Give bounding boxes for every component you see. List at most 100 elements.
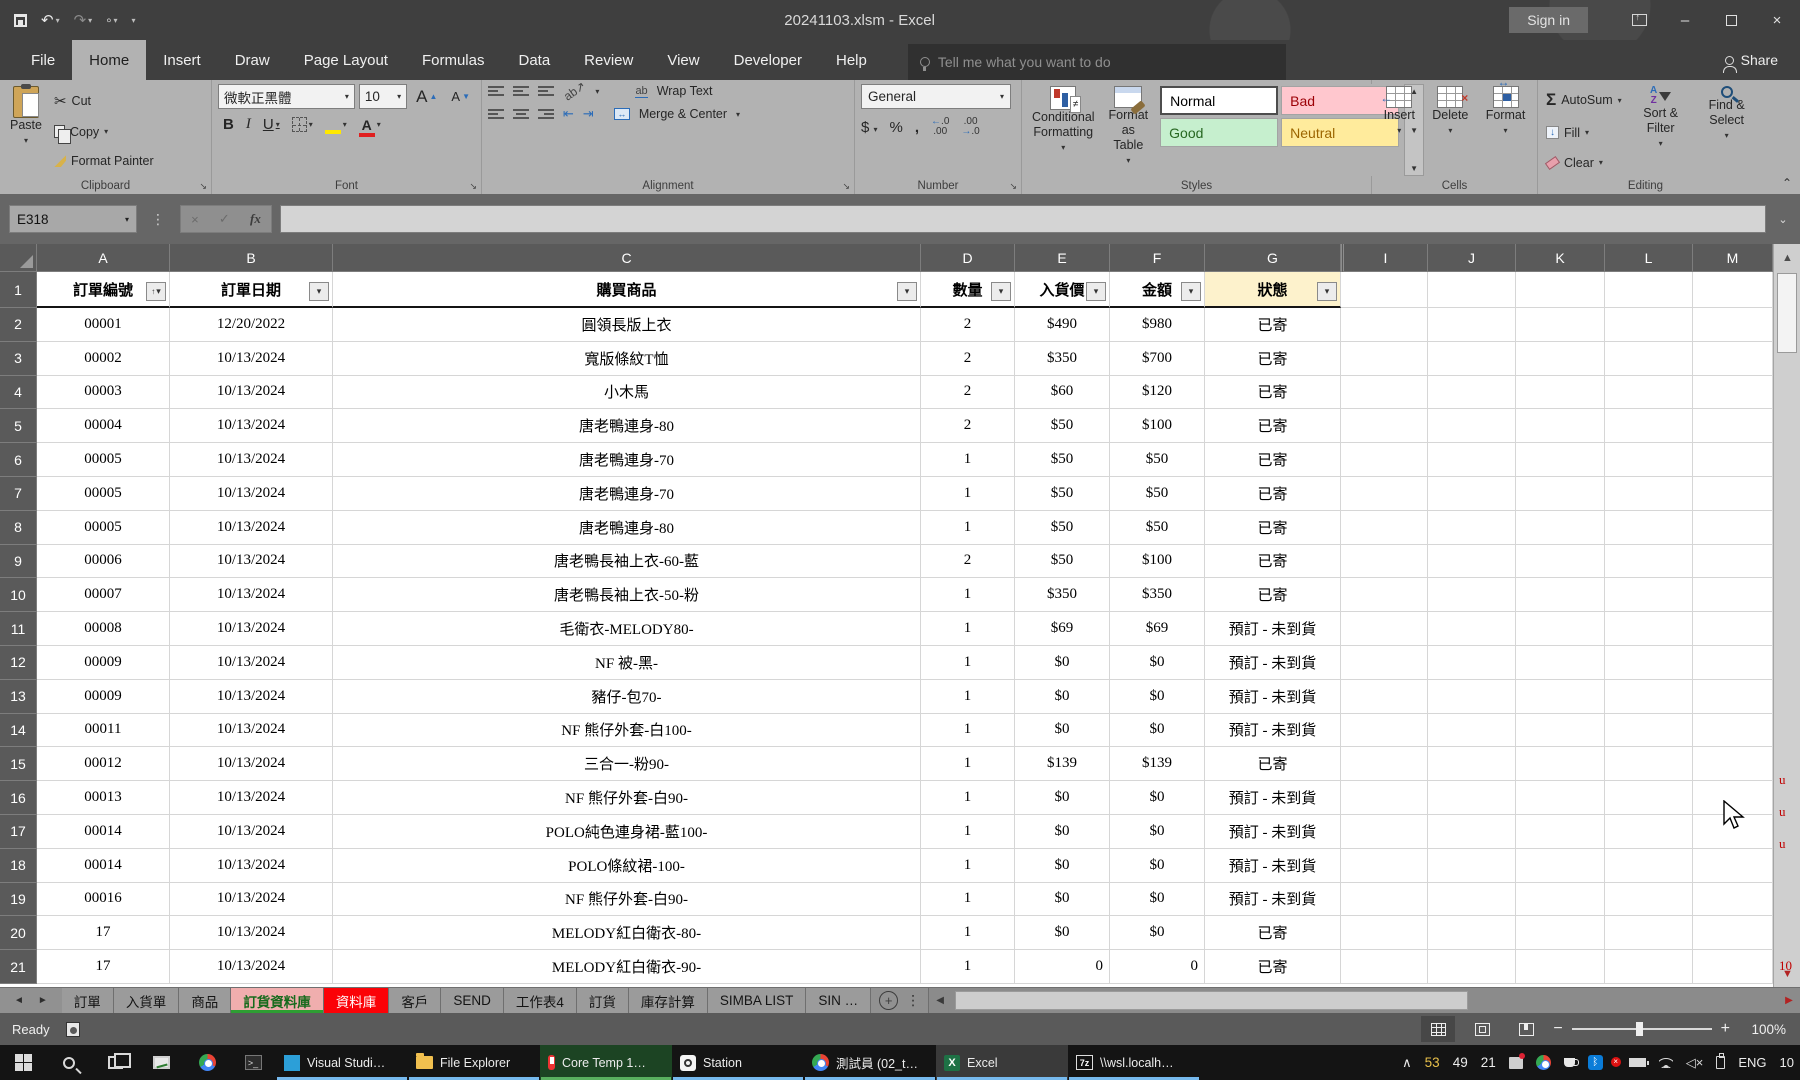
cell-E16[interactable]: $0: [1015, 781, 1110, 815]
cell-E19[interactable]: $0: [1015, 883, 1110, 917]
orientation-button[interactable]: ab↗: [561, 79, 588, 104]
font-name-select[interactable]: 微軟正黑體▾: [218, 84, 355, 109]
row-number-12[interactable]: 12: [0, 646, 37, 680]
decrease-indent-icon[interactable]: ⇤: [563, 106, 574, 122]
sheet-tab-庫存計算[interactable]: 庫存計算: [629, 988, 708, 1013]
cell-E10[interactable]: $350: [1015, 578, 1110, 612]
wrap-text-button[interactable]: Wrap Text: [657, 84, 713, 98]
usb-icon[interactable]: [1716, 1056, 1725, 1069]
cell-A16[interactable]: 00013: [37, 781, 170, 815]
align-center-icon[interactable]: [513, 107, 529, 121]
cell-I7[interactable]: [1341, 477, 1428, 511]
increase-font-icon[interactable]: A▲: [411, 87, 442, 107]
cell-I8[interactable]: [1341, 511, 1428, 545]
cell-L21[interactable]: [1605, 950, 1693, 984]
cell-D16[interactable]: 1: [921, 781, 1015, 815]
cell-M12[interactable]: [1693, 646, 1773, 680]
taskbar-app-vscode[interactable]: Visual Studi…: [276, 1045, 408, 1080]
cell-E11[interactable]: $69: [1015, 612, 1110, 646]
new-sheet-icon[interactable]: +: [879, 991, 898, 1010]
cell-J5[interactable]: [1428, 409, 1516, 443]
cell-J11[interactable]: [1428, 612, 1516, 646]
number-dialog-launcher[interactable]: ↘: [1009, 181, 1017, 192]
cell-E21[interactable]: 0: [1015, 950, 1110, 984]
cell-B7[interactable]: 10/13/2024: [170, 477, 333, 511]
find-select-button[interactable]: Find & Select▾: [1696, 84, 1758, 176]
cell-E5[interactable]: $50: [1015, 409, 1110, 443]
cell-E20[interactable]: $0: [1015, 916, 1110, 950]
row-number-14[interactable]: 14: [0, 714, 37, 748]
cell-M15[interactable]: [1693, 747, 1773, 781]
chrome-launcher-icon[interactable]: [184, 1045, 230, 1080]
tell-me-search[interactable]: Tell me what you want to do: [908, 44, 1286, 80]
filter-button-D[interactable]: ▾: [991, 282, 1011, 301]
cell-J20[interactable]: [1428, 916, 1516, 950]
cell-F15[interactable]: $139: [1110, 747, 1205, 781]
cell-K9[interactable]: [1516, 545, 1605, 579]
cell-K12[interactable]: [1516, 646, 1605, 680]
cell-J16[interactable]: [1428, 781, 1516, 815]
horizontal-scroll-thumb[interactable]: [955, 991, 1468, 1010]
cell-A8[interactable]: 00005: [37, 511, 170, 545]
cell-I11[interactable]: [1341, 612, 1428, 646]
align-left-icon[interactable]: [488, 107, 504, 121]
cell-C17[interactable]: POLO純色連身裙-藍100-: [333, 815, 921, 849]
column-header-A[interactable]: A: [37, 244, 170, 272]
decrease-font-icon[interactable]: A▼: [446, 89, 475, 104]
cell-E12[interactable]: $0: [1015, 646, 1110, 680]
cell-L15[interactable]: [1605, 747, 1693, 781]
performance-monitor-icon[interactable]: [138, 1045, 184, 1080]
cell-D10[interactable]: 1: [921, 578, 1015, 612]
cell-G6[interactable]: 已寄: [1205, 443, 1341, 477]
column-header-F[interactable]: F: [1110, 244, 1205, 272]
cell-D8[interactable]: 1: [921, 511, 1015, 545]
ribbon-tab-data[interactable]: Data: [501, 40, 567, 80]
sheet-tab-more-icon[interactable]: ⋮: [906, 992, 920, 1009]
cell-C4[interactable]: 小木馬: [333, 376, 921, 410]
cell-K2[interactable]: [1516, 308, 1605, 342]
sheet-tab-入貨單[interactable]: 入貨單: [114, 988, 180, 1013]
cell-A5[interactable]: 00004: [37, 409, 170, 443]
sheet-tab-SIN …[interactable]: SIN …: [806, 988, 871, 1013]
touch-mode-button[interactable]: ◦▾: [106, 12, 117, 29]
cell-L9[interactable]: [1605, 545, 1693, 579]
cell-K13[interactable]: [1516, 680, 1605, 714]
cell-C15[interactable]: 三合一-粉90-: [333, 747, 921, 781]
row-number-18[interactable]: 18: [0, 849, 37, 883]
cell-D5[interactable]: 2: [921, 409, 1015, 443]
row-number-20[interactable]: 20: [0, 916, 37, 950]
cell-B19[interactable]: 10/13/2024: [170, 883, 333, 917]
cell-C10[interactable]: 唐老鴨長袖上衣-50-粉: [333, 578, 921, 612]
cell-M6[interactable]: [1693, 443, 1773, 477]
cell-L2[interactable]: [1605, 308, 1693, 342]
cell-B17[interactable]: 10/13/2024: [170, 815, 333, 849]
header-cell-A[interactable]: 訂單編號↑▾: [37, 272, 170, 308]
header-cell-E[interactable]: 入貨價▾: [1015, 272, 1110, 308]
cell-K4[interactable]: [1516, 376, 1605, 410]
cell-M7[interactable]: [1693, 477, 1773, 511]
cancel-icon[interactable]: ×: [191, 212, 199, 227]
sheet-tab-商品[interactable]: 商品: [179, 988, 231, 1013]
column-header-C[interactable]: C: [333, 244, 921, 272]
cell-F12[interactable]: $0: [1110, 646, 1205, 680]
cell-C18[interactable]: POLO條紋裙-100-: [333, 849, 921, 883]
cell-D20[interactable]: 1: [921, 916, 1015, 950]
start-button[interactable]: [0, 1045, 46, 1080]
filter-button-A[interactable]: ↑▾: [146, 282, 166, 301]
ribbon-tab-home[interactable]: Home: [72, 40, 146, 80]
page-layout-view-button[interactable]: [1465, 1016, 1499, 1042]
row-number-11[interactable]: 11: [0, 612, 37, 646]
cell-A4[interactable]: 00003: [37, 376, 170, 410]
row-number-6[interactable]: 6: [0, 443, 37, 477]
column-header-E[interactable]: E: [1015, 244, 1110, 272]
name-box[interactable]: E318▾: [9, 205, 137, 233]
cell-G14[interactable]: 預訂 - 未到貨: [1205, 714, 1341, 748]
cell-G20[interactable]: 已寄: [1205, 916, 1341, 950]
cell-K18[interactable]: [1516, 849, 1605, 883]
cell-D3[interactable]: 2: [921, 342, 1015, 376]
cell-D11[interactable]: 1: [921, 612, 1015, 646]
cell-G21[interactable]: 已寄: [1205, 950, 1341, 984]
cell-B13[interactable]: 10/13/2024: [170, 680, 333, 714]
cell-D21[interactable]: 1: [921, 950, 1015, 984]
cell-G3[interactable]: 已寄: [1205, 342, 1341, 376]
